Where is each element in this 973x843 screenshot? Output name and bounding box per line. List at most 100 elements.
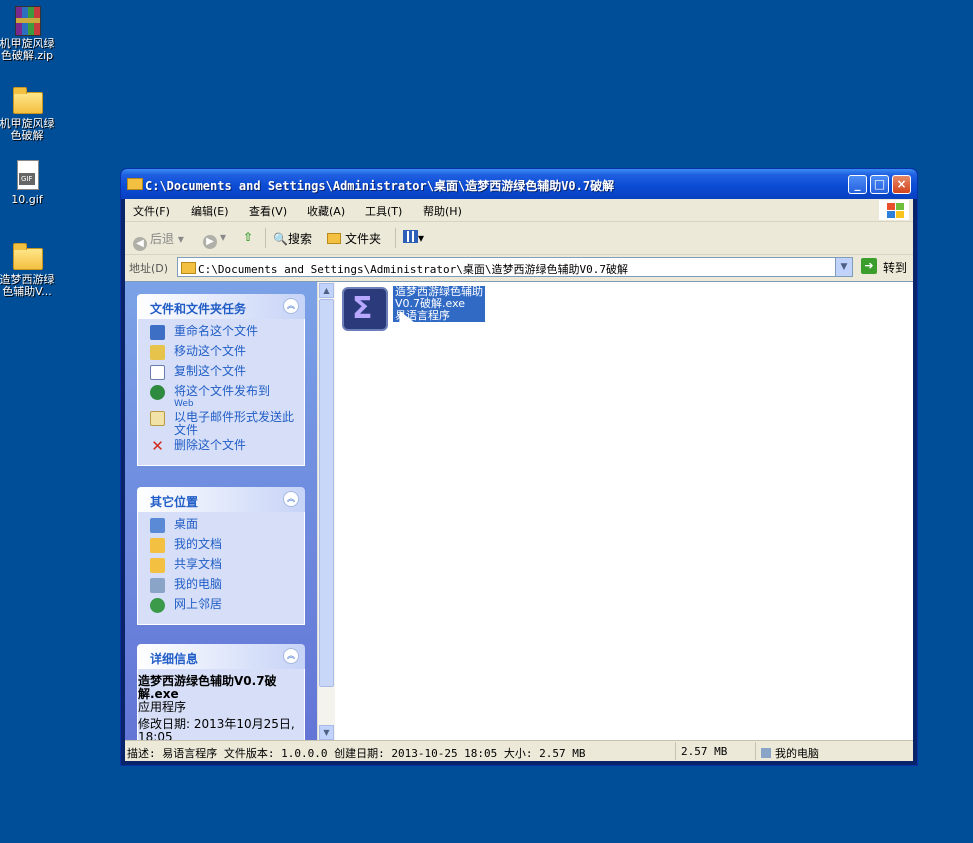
desktop-icon-folder-2[interactable]: 造梦西游绿 色辅助V...	[0, 240, 62, 298]
place-my-documents[interactable]: 我的文档	[138, 538, 304, 558]
go-button[interactable]: ➜ 转到	[859, 257, 915, 277]
status-description: 描述: 易语言程序 文件版本: 1.0.0.0 创建日期: 2013-10-25…	[127, 747, 586, 760]
task-label: 以电子邮件形式发送此文件	[174, 410, 295, 437]
search-button[interactable]: 🔍搜索	[273, 230, 312, 247]
menu-favorites[interactable]: 收藏(A)	[307, 203, 345, 219]
zip-archive-icon	[11, 4, 43, 36]
menu-edit[interactable]: 编辑(E)	[191, 203, 229, 219]
copy-icon	[150, 365, 165, 380]
other-places-panel: 其它位置 ︽ 桌面 我的文档 共享文档 我的电脑 网上邻居	[137, 487, 305, 625]
back-label: 后退	[150, 232, 175, 246]
delete-x-icon: ✕	[151, 437, 164, 455]
panel-title: 文件和文件夹任务	[150, 302, 247, 316]
my-documents-icon	[150, 538, 165, 553]
folders-button[interactable]: 文件夹	[327, 230, 381, 247]
zone-label: 我的电脑	[775, 747, 819, 760]
menu-file[interactable]: 文件(F)	[133, 203, 170, 219]
folder-icon	[181, 262, 196, 274]
place-label: 网上邻居	[174, 597, 223, 611]
folder-icon	[11, 240, 43, 272]
address-dropdown-button[interactable]: ▼	[835, 258, 852, 276]
task-email[interactable]: 以电子邮件形式发送此文件	[138, 411, 304, 439]
computer-icon	[761, 748, 771, 758]
content-area: 文件和文件夹任务 ︽ 重命名这个文件 移动这个文件 复制这个文件 将这个文件发布…	[125, 281, 913, 741]
collapse-chevron-icon[interactable]: ︽	[283, 491, 299, 507]
collapse-chevron-icon[interactable]: ︽	[283, 648, 299, 664]
desktop-icon-label: 机甲旋风绿 色破解	[0, 117, 55, 142]
place-label: 桌面	[174, 517, 199, 531]
menu-view[interactable]: 查看(V)	[249, 203, 287, 219]
task-pane: 文件和文件夹任务 ︽ 重命名这个文件 移动这个文件 复制这个文件 将这个文件发布…	[125, 282, 317, 741]
details-type: 应用程序	[138, 700, 187, 714]
go-label: 转到	[883, 261, 908, 275]
details-filename: 造梦西游绿色辅助V0.7破解.exe	[138, 674, 277, 701]
file-tasks-panel: 文件和文件夹任务 ︽ 重命名这个文件 移动这个文件 复制这个文件 将这个文件发布…	[137, 294, 305, 466]
windows-logo-icon	[879, 200, 909, 220]
gif-file-icon: GIF	[11, 160, 43, 192]
network-icon	[150, 598, 165, 613]
views-button[interactable]: ▾	[403, 230, 424, 245]
desktop-icon	[150, 518, 165, 533]
task-pane-scrollbar[interactable]: ▲ ▼	[317, 282, 335, 741]
folders-label: 文件夹	[345, 232, 382, 246]
desktop-icon-folder-1[interactable]: 机甲旋风绿 色破解	[0, 84, 62, 142]
scroll-down-icon[interactable]: ▼	[319, 725, 334, 740]
back-button[interactable]: ◀ 后退 ▾	[133, 230, 184, 251]
task-label: 删除这个文件	[174, 438, 247, 452]
address-label: 地址(D)	[129, 262, 169, 275]
forward-arrow-icon: ▶	[203, 235, 217, 249]
place-label: 我的电脑	[174, 577, 223, 591]
task-publish-web[interactable]: 将这个文件发布到 Web	[138, 385, 304, 411]
place-label: 我的文档	[174, 537, 223, 551]
file-list[interactable]: Σ 造梦西游绿色辅助 V0.7破解.exe 易语言程序	[335, 282, 913, 741]
file-tasks-header[interactable]: 文件和文件夹任务 ︽	[137, 294, 305, 319]
toolbar: ◀ 后退 ▾ ▶ ▾ ⇧ 🔍搜索 文件夹 ▾	[125, 222, 913, 255]
search-label: 搜索	[287, 232, 312, 246]
menu-bar: 文件(F) 编辑(E) 查看(V) 收藏(A) 工具(T) 帮助(H)	[125, 199, 913, 222]
address-input[interactable]: C:\Documents and Settings\Administrator\…	[177, 257, 853, 277]
shared-folder-icon	[150, 558, 165, 573]
scroll-up-icon[interactable]: ▲	[319, 283, 334, 298]
go-arrow-icon: ➜	[861, 258, 877, 274]
folder-icon	[11, 84, 43, 116]
desktop-icon-gif[interactable]: GIF 10.gif	[0, 160, 62, 206]
desktop-icon-label: 造梦西游绿 色辅助V...	[0, 273, 55, 298]
details-header[interactable]: 详细信息 ︽	[137, 644, 305, 669]
forward-button[interactable]: ▶ ▾	[203, 230, 226, 249]
title-bar[interactable]: C:\Documents and Settings\Administrator\…	[121, 169, 917, 199]
envelope-icon	[150, 411, 165, 426]
task-move[interactable]: 移动这个文件	[138, 345, 304, 365]
desktop-icon-zip[interactable]: 机甲旋风绿 色破解.zip	[0, 4, 62, 62]
status-zone: 我的电脑	[761, 745, 819, 761]
minimize-button[interactable]: _	[848, 175, 867, 194]
sigma-app-icon: Σ	[342, 287, 388, 331]
task-label: 将这个文件发布到	[174, 384, 271, 398]
up-folder-icon[interactable]: ⇧	[243, 230, 253, 244]
menu-help[interactable]: 帮助(H)	[423, 203, 462, 219]
place-desktop[interactable]: 桌面	[138, 518, 304, 538]
task-label: 复制这个文件	[174, 364, 247, 378]
task-copy[interactable]: 复制这个文件	[138, 365, 304, 385]
desktop-icon-label: 机甲旋风绿 色破解.zip	[0, 37, 55, 62]
rename-icon	[150, 325, 165, 340]
back-arrow-icon: ◀	[133, 237, 147, 251]
panel-title: 详细信息	[150, 652, 199, 666]
place-my-computer[interactable]: 我的电脑	[138, 578, 304, 598]
close-button[interactable]: ×	[892, 175, 911, 194]
place-label: 共享文档	[174, 557, 223, 571]
task-rename[interactable]: 重命名这个文件	[138, 325, 304, 345]
collapse-chevron-icon[interactable]: ︽	[283, 298, 299, 314]
scroll-thumb[interactable]	[319, 299, 334, 687]
details-panel: 详细信息 ︽ 造梦西游绿色辅助V0.7破解.exe 应用程序 修改日期: 201…	[137, 644, 305, 741]
window-title: C:\Documents and Settings\Administrator\…	[145, 179, 615, 193]
desktop-icon-label: 10.gif	[11, 193, 43, 206]
folder-icon	[127, 178, 143, 190]
computer-icon	[150, 578, 165, 593]
details-modified: 修改日期: 2013年10月25日, 18:05	[138, 717, 295, 742]
menu-tools[interactable]: 工具(T)	[365, 203, 402, 219]
task-delete[interactable]: ✕ 删除这个文件	[138, 439, 304, 459]
other-places-header[interactable]: 其它位置 ︽	[137, 487, 305, 512]
place-shared-documents[interactable]: 共享文档	[138, 558, 304, 578]
place-network[interactable]: 网上邻居	[138, 598, 304, 618]
maximize-button[interactable]: □	[870, 175, 889, 194]
